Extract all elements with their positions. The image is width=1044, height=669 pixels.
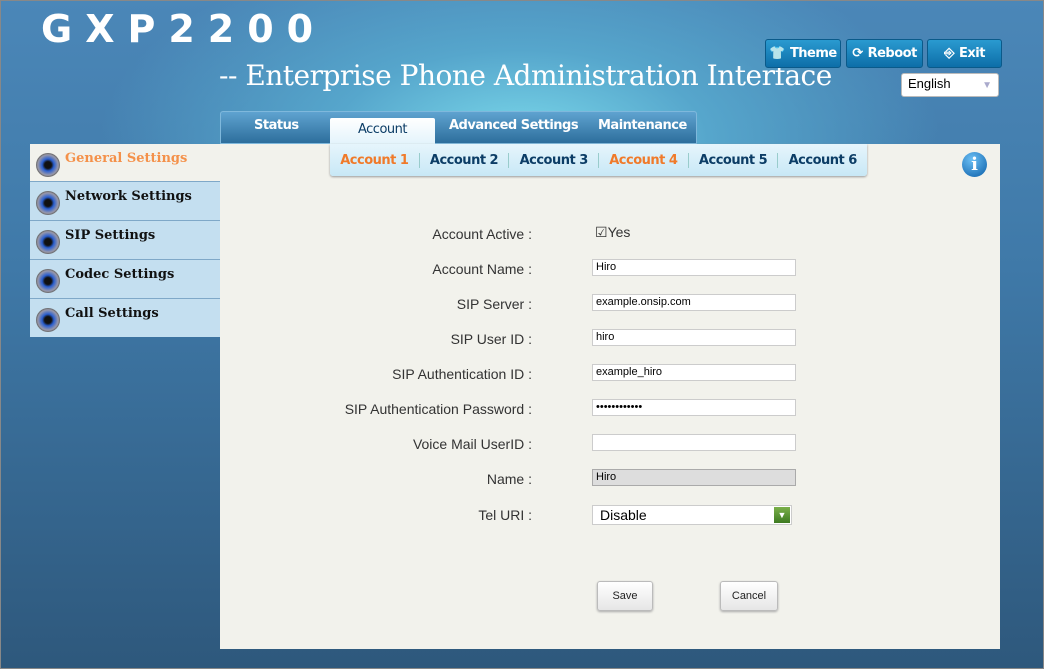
subtab-account-2[interactable]: Account 2 (418, 152, 509, 168)
globe-gear-icon (36, 191, 60, 215)
account-name-input[interactable]: Hiro (592, 259, 796, 276)
tab-account[interactable]: Account (330, 118, 435, 145)
sip-auth-password-input[interactable]: •••••••••••• (592, 399, 796, 416)
voice-mail-user-id-input[interactable] (592, 434, 796, 451)
sip-auth-id-row: SIP Authentication ID : example_hiro (220, 364, 1000, 384)
reboot-icon: ⟳ (852, 46, 863, 61)
account-subtabs: Account 1 Account 2 Account 3 Account 4 … (330, 144, 867, 176)
sidebar-item-general-settings[interactable]: General Settings (30, 144, 220, 181)
logo: GXP2200 (41, 7, 327, 51)
page-subtitle: -- Enterprise Phone Administration Inter… (219, 59, 832, 92)
cancel-button[interactable]: Cancel (720, 581, 778, 611)
sip-server-input[interactable]: example.onsip.com (592, 294, 796, 311)
tab-advanced-settings[interactable]: Advanced Settings (449, 118, 579, 133)
chevron-down-icon: ▼ (982, 80, 992, 91)
voice-mail-user-id-row: Voice Mail UserID : (220, 434, 1000, 454)
sidebar: General Settings Network Settings SIP Se… (30, 144, 220, 337)
sidebar-item-network-settings[interactable]: Network Settings (30, 181, 220, 220)
subtab-account-1[interactable]: Account 1 (330, 153, 419, 168)
document-gear-icon (36, 269, 60, 293)
sidebar-item-call-settings[interactable]: Call Settings (30, 298, 220, 337)
phone-gear-icon (36, 308, 60, 332)
exit-icon: ⎆ (944, 46, 954, 61)
reboot-button[interactable]: ⟳ Reboot (846, 39, 923, 68)
info-icon[interactable]: i (962, 152, 987, 177)
tel-uri-row: Tel URI : Disable ▼ (220, 505, 1000, 525)
chevron-down-icon: ▼ (774, 507, 790, 523)
gear-icon (36, 153, 60, 177)
sip-user-id-input[interactable]: hiro (592, 329, 796, 346)
account-active-checkbox[interactable]: ☑Yes (595, 224, 630, 241)
tab-maintenance[interactable]: Maintenance (598, 118, 687, 133)
sip-auth-id-input[interactable]: example_hiro (592, 364, 796, 381)
tab-status[interactable]: Status (254, 118, 299, 133)
subtab-account-6[interactable]: Account 6 (777, 152, 867, 168)
content-panel (220, 144, 1000, 649)
sip-user-id-row: SIP User ID : hiro (220, 329, 1000, 349)
language-select[interactable]: English ▼ (901, 73, 999, 97)
main-tabs: Status Account Advanced Settings Mainten… (220, 111, 697, 145)
exit-button[interactable]: ⎆ Exit (927, 39, 1002, 68)
shirt-icon: 👕 (769, 46, 785, 61)
tel-uri-select[interactable]: Disable ▼ (592, 505, 792, 525)
sip-server-row: SIP Server : example.onsip.com (220, 294, 1000, 314)
account-active-row: Account Active : ☑Yes (432, 224, 631, 242)
sidebar-item-sip-settings[interactable]: SIP Settings (30, 220, 220, 259)
subtab-account-5[interactable]: Account 5 (687, 152, 778, 168)
theme-button[interactable]: 👕 Theme (765, 39, 841, 68)
sip-auth-password-row: SIP Authentication Password : •••••••••••… (220, 399, 1000, 419)
save-button[interactable]: Save (597, 581, 653, 611)
subtab-account-4[interactable]: Account 4 (598, 152, 688, 168)
name-row: Name : Hiro (220, 469, 1000, 489)
subtab-account-3[interactable]: Account 3 (508, 152, 598, 168)
name-input-readonly: Hiro (592, 469, 796, 486)
account-name-row: Account Name : Hiro (220, 259, 1000, 279)
sidebar-item-codec-settings[interactable]: Codec Settings (30, 259, 220, 298)
server-gear-icon (36, 230, 60, 254)
